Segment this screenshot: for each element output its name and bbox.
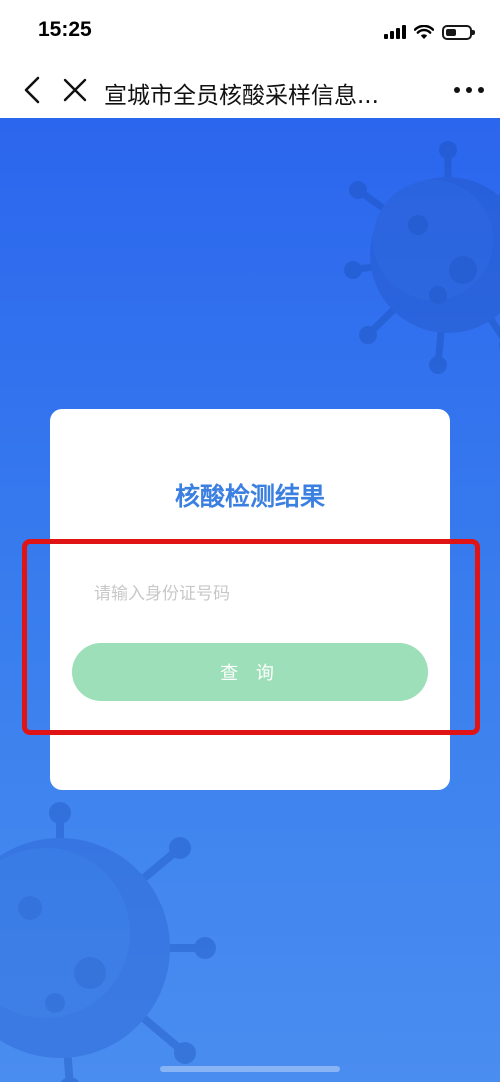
highlight-box [22, 539, 480, 735]
more-dots-icon [454, 87, 484, 93]
signal-icon [384, 25, 406, 39]
battery-icon [442, 24, 475, 40]
close-button[interactable] [60, 74, 90, 106]
close-icon [63, 78, 87, 102]
page-title: 宣城市全员核酸采样信息... [104, 83, 379, 109]
virus-decoration-top-right [344, 141, 500, 374]
wifi-icon [414, 24, 434, 39]
back-button[interactable] [18, 74, 48, 106]
home-indicator [160, 1066, 340, 1072]
status-time: 15:25 [38, 18, 92, 41]
card-title: 核酸检测结果 [174, 482, 325, 511]
virus-decoration-bottom-left [0, 802, 216, 1082]
nav-bar: 宣城市全员核酸采样信息... [0, 62, 500, 118]
more-button[interactable] [452, 76, 486, 104]
chevron-left-icon [24, 76, 40, 104]
status-icons [384, 22, 475, 42]
status-bar: 15:25 [0, 0, 500, 62]
